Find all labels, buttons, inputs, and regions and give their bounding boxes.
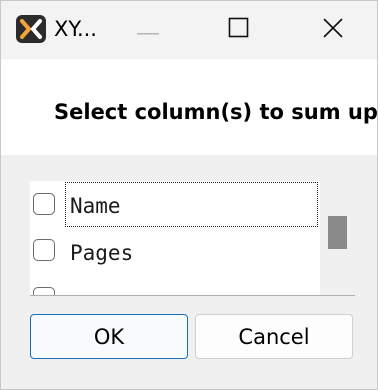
list-item-label: Pages (70, 241, 134, 265)
close-button[interactable] (303, 1, 363, 59)
list-item-name[interactable]: Name (30, 181, 320, 227)
checkbox-name[interactable] (33, 193, 55, 215)
list-item-pages[interactable]: Pages (30, 227, 320, 273)
app-logo-icon (15, 14, 47, 44)
ok-button[interactable]: OK (30, 314, 188, 359)
vertical-scrollbar[interactable] (320, 181, 355, 295)
minimize-button[interactable] (119, 1, 179, 59)
list-item-partial[interactable] (30, 273, 320, 295)
dialog-header: Select column(s) to sum up (1, 59, 377, 155)
scroll-thumb[interactable] (328, 216, 347, 249)
maximize-button[interactable] (209, 1, 269, 59)
close-icon (322, 17, 344, 43)
checkbox-pages[interactable] (33, 239, 55, 261)
dialog-window: XY... Select column(s) to sum up Name Pa… (0, 0, 378, 390)
list-item-label: Name (70, 194, 121, 218)
checkbox-partial[interactable] (33, 287, 55, 295)
prompt-label: Select column(s) to sum up (54, 100, 378, 124)
cancel-button[interactable]: Cancel (195, 314, 353, 359)
minimize-icon (137, 21, 161, 40)
title-bar[interactable]: XY... (1, 1, 377, 59)
window-title: XY... (54, 17, 97, 41)
column-listbox[interactable]: Name Pages (30, 181, 355, 296)
maximize-icon (228, 17, 250, 43)
